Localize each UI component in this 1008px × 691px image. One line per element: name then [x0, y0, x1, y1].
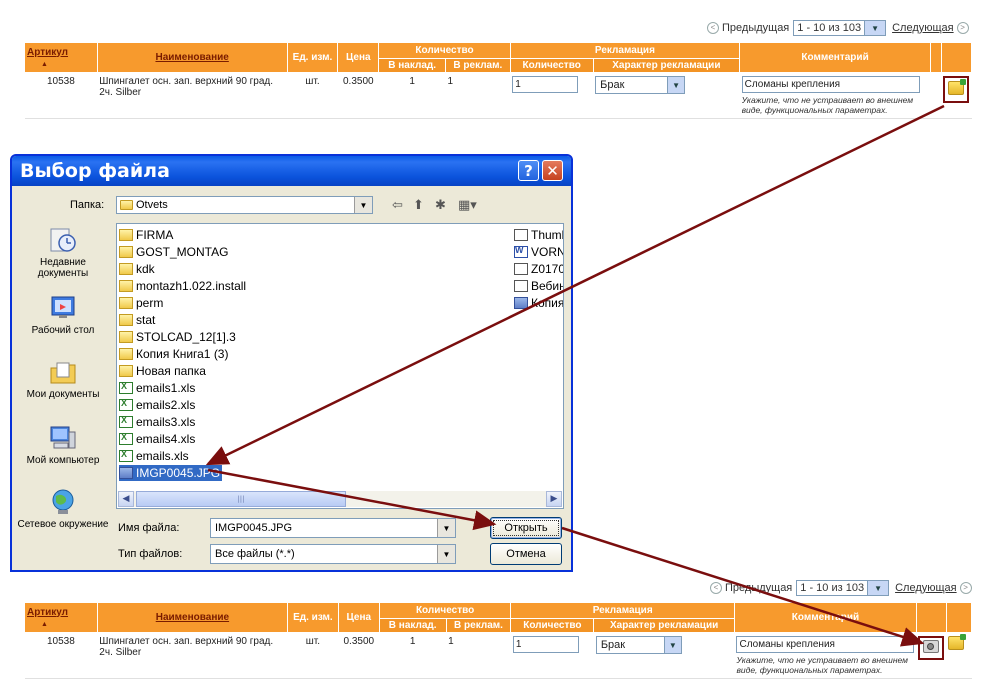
arrow-file-to-open — [207, 468, 497, 531]
arrow-open-to-photo — [561, 526, 925, 647]
annotation-arrows — [205, 104, 945, 647]
arrow-attach-to-file — [205, 104, 945, 466]
